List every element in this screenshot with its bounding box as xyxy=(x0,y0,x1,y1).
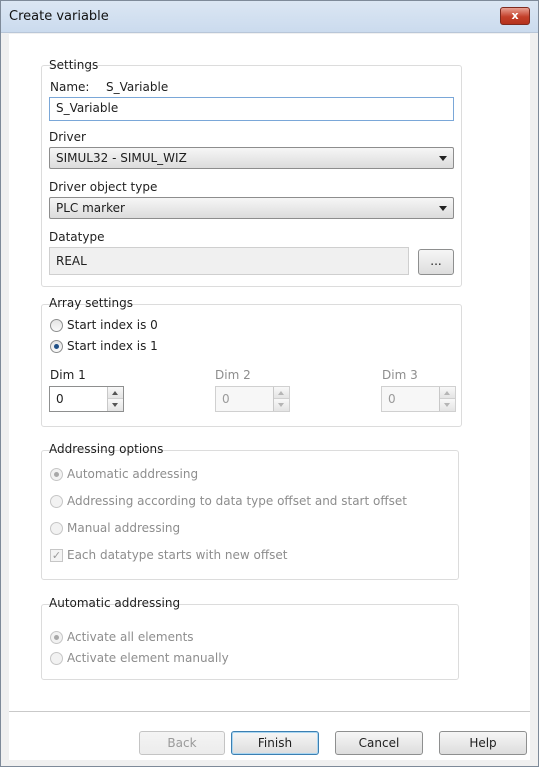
dim-1-stepper[interactable]: 0 xyxy=(49,386,124,412)
driver-select[interactable]: SIMUL32 - SIMUL_WIZ xyxy=(49,147,454,169)
spin-up-icon[interactable] xyxy=(108,387,123,399)
dim-1-value: 0 xyxy=(56,392,64,406)
spin-up-icon xyxy=(274,387,289,399)
window-title: Create variable xyxy=(9,9,109,24)
close-icon: x xyxy=(511,9,519,22)
spin-down-icon xyxy=(274,399,289,411)
dropdown-arrow-icon xyxy=(439,156,447,161)
manual-addressing-radio xyxy=(50,522,63,535)
settings-group-label: Settings xyxy=(49,58,99,72)
driver-object-type-value: PLC marker xyxy=(56,201,125,215)
dim-3-stepper: 0 xyxy=(381,386,456,412)
driver-select-value: SIMUL32 - SIMUL_WIZ xyxy=(56,151,187,165)
back-button: Back xyxy=(139,731,225,755)
addressing-options-group-label: Addressing options xyxy=(49,442,164,456)
dropdown-arrow-icon xyxy=(439,206,447,211)
new-offset-label: Each datatype starts with new offset xyxy=(67,548,288,562)
start-index-0-label[interactable]: Start index is 0 xyxy=(67,318,158,332)
finish-button[interactable]: Finish xyxy=(231,731,319,755)
activate-manual-radio xyxy=(50,652,63,665)
dim-1-label: Dim 1 xyxy=(50,368,86,382)
dim-3-label: Dim 3 xyxy=(382,368,418,382)
spin-down-icon xyxy=(440,399,455,411)
driver-object-type-label: Driver object type xyxy=(49,180,158,194)
offset-addressing-radio xyxy=(50,495,63,508)
dialog-body: Settings Name: S_Variable S_Variable Dri… xyxy=(9,34,530,760)
name-input[interactable]: S_Variable xyxy=(49,97,454,121)
datatype-browse-button[interactable]: ... xyxy=(418,249,454,275)
start-index-1-label[interactable]: Start index is 1 xyxy=(67,339,158,353)
name-label: Name: xyxy=(50,80,90,94)
manual-addressing-label: Manual addressing xyxy=(67,521,181,535)
activate-all-label: Activate all elements xyxy=(67,630,194,644)
title-bar[interactable]: Create variable x xyxy=(1,1,538,33)
start-index-0-radio[interactable] xyxy=(50,319,63,332)
driver-object-type-select[interactable]: PLC marker xyxy=(49,197,454,219)
name-value: S_Variable xyxy=(106,80,169,94)
automatic-addressing-radio xyxy=(50,468,63,481)
spin-up-icon xyxy=(440,387,455,399)
spin-down-icon[interactable] xyxy=(108,399,123,411)
cancel-button[interactable]: Cancel xyxy=(335,731,423,755)
activate-manual-label: Activate element manually xyxy=(67,651,229,665)
datatype-label: Datatype xyxy=(49,230,105,244)
dim-2-value: 0 xyxy=(222,392,230,406)
dim-3-value: 0 xyxy=(388,392,396,406)
dim-1-spin-buttons[interactable] xyxy=(107,387,123,411)
dim-2-spin-buttons xyxy=(273,387,289,411)
array-settings-group-label: Array settings xyxy=(49,296,133,310)
offset-addressing-label: Addressing according to data type offset… xyxy=(67,494,407,508)
new-offset-checkbox: ✓ xyxy=(50,549,63,562)
activate-all-radio xyxy=(50,631,63,644)
driver-label: Driver xyxy=(49,130,86,144)
automatic-addressing-label: Automatic addressing xyxy=(67,467,199,481)
datatype-field: REAL xyxy=(49,247,409,275)
dim-3-spin-buttons xyxy=(439,387,455,411)
footer-separator xyxy=(9,711,530,712)
dim-2-stepper: 0 xyxy=(215,386,290,412)
dim-2-label: Dim 2 xyxy=(215,368,251,382)
start-index-1-radio[interactable] xyxy=(50,340,63,353)
help-button[interactable]: Help xyxy=(439,731,527,755)
create-variable-dialog: Create variable x Settings Name: S_Varia… xyxy=(0,0,539,767)
close-button[interactable]: x xyxy=(500,7,530,25)
automatic-addressing-group-label: Automatic addressing xyxy=(49,596,181,610)
